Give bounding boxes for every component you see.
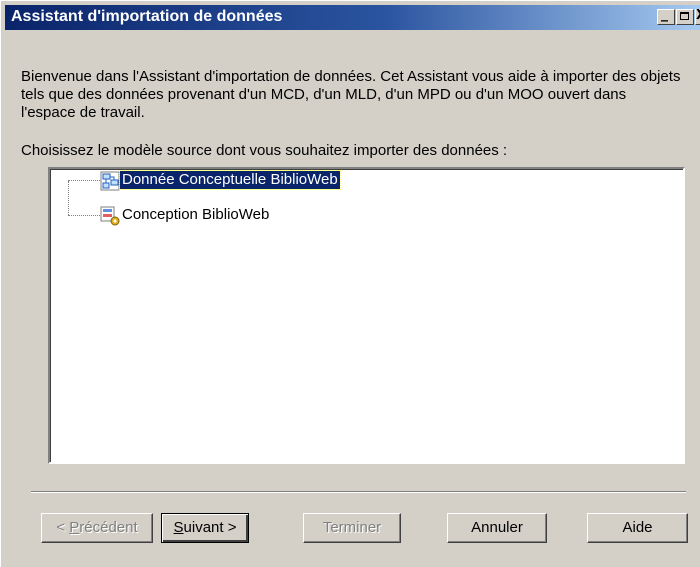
minimize-button[interactable]: _	[657, 6, 675, 25]
tree-connector	[68, 180, 102, 181]
conceptual-model-icon	[100, 171, 120, 191]
help-button[interactable]: Aide	[587, 513, 688, 543]
maximize-icon	[680, 12, 689, 20]
previous-button-mnemonic: P	[69, 519, 80, 536]
tree-connector	[68, 215, 102, 216]
maximize-button[interactable]	[676, 9, 694, 25]
next-button-label: uivant >	[183, 519, 237, 536]
next-button-mnemonic: S	[173, 519, 184, 536]
source-model-prompt: Choisissez le modèle source dont vous so…	[21, 142, 508, 159]
minimize-icon: _	[661, 6, 668, 22]
physical-model-icon	[100, 206, 120, 226]
window-title: Assistant d'importation de données	[11, 8, 283, 25]
next-button[interactable]: Suivant >	[161, 513, 249, 543]
previous-button-label: récédent	[79, 519, 138, 536]
close-button[interactable]: X	[695, 8, 700, 25]
button-separator	[31, 491, 686, 493]
cancel-button[interactable]: Annuler	[447, 513, 547, 543]
tree-item-label: Donnée Conceptuelle BiblioWeb	[119, 170, 341, 190]
import-wizard-dialog: Assistant d'importation de données _ X B…	[0, 0, 700, 567]
previous-button-prefix: <	[56, 519, 70, 536]
close-icon: X	[696, 8, 700, 23]
tree-item-label: Conception BiblioWeb	[122, 206, 270, 223]
intro-text: Bienvenue dans l'Assistant d'importation…	[21, 68, 681, 121]
source-model-tree[interactable]: Donnée Conceptuelle BiblioWeb Conception…	[48, 167, 685, 464]
title-bar[interactable]: Assistant d'importation de données _ X	[5, 5, 700, 30]
finish-button[interactable]: Terminer	[303, 513, 401, 543]
previous-button[interactable]: < Précédent	[41, 513, 153, 543]
tree-connector-line	[68, 181, 69, 215]
